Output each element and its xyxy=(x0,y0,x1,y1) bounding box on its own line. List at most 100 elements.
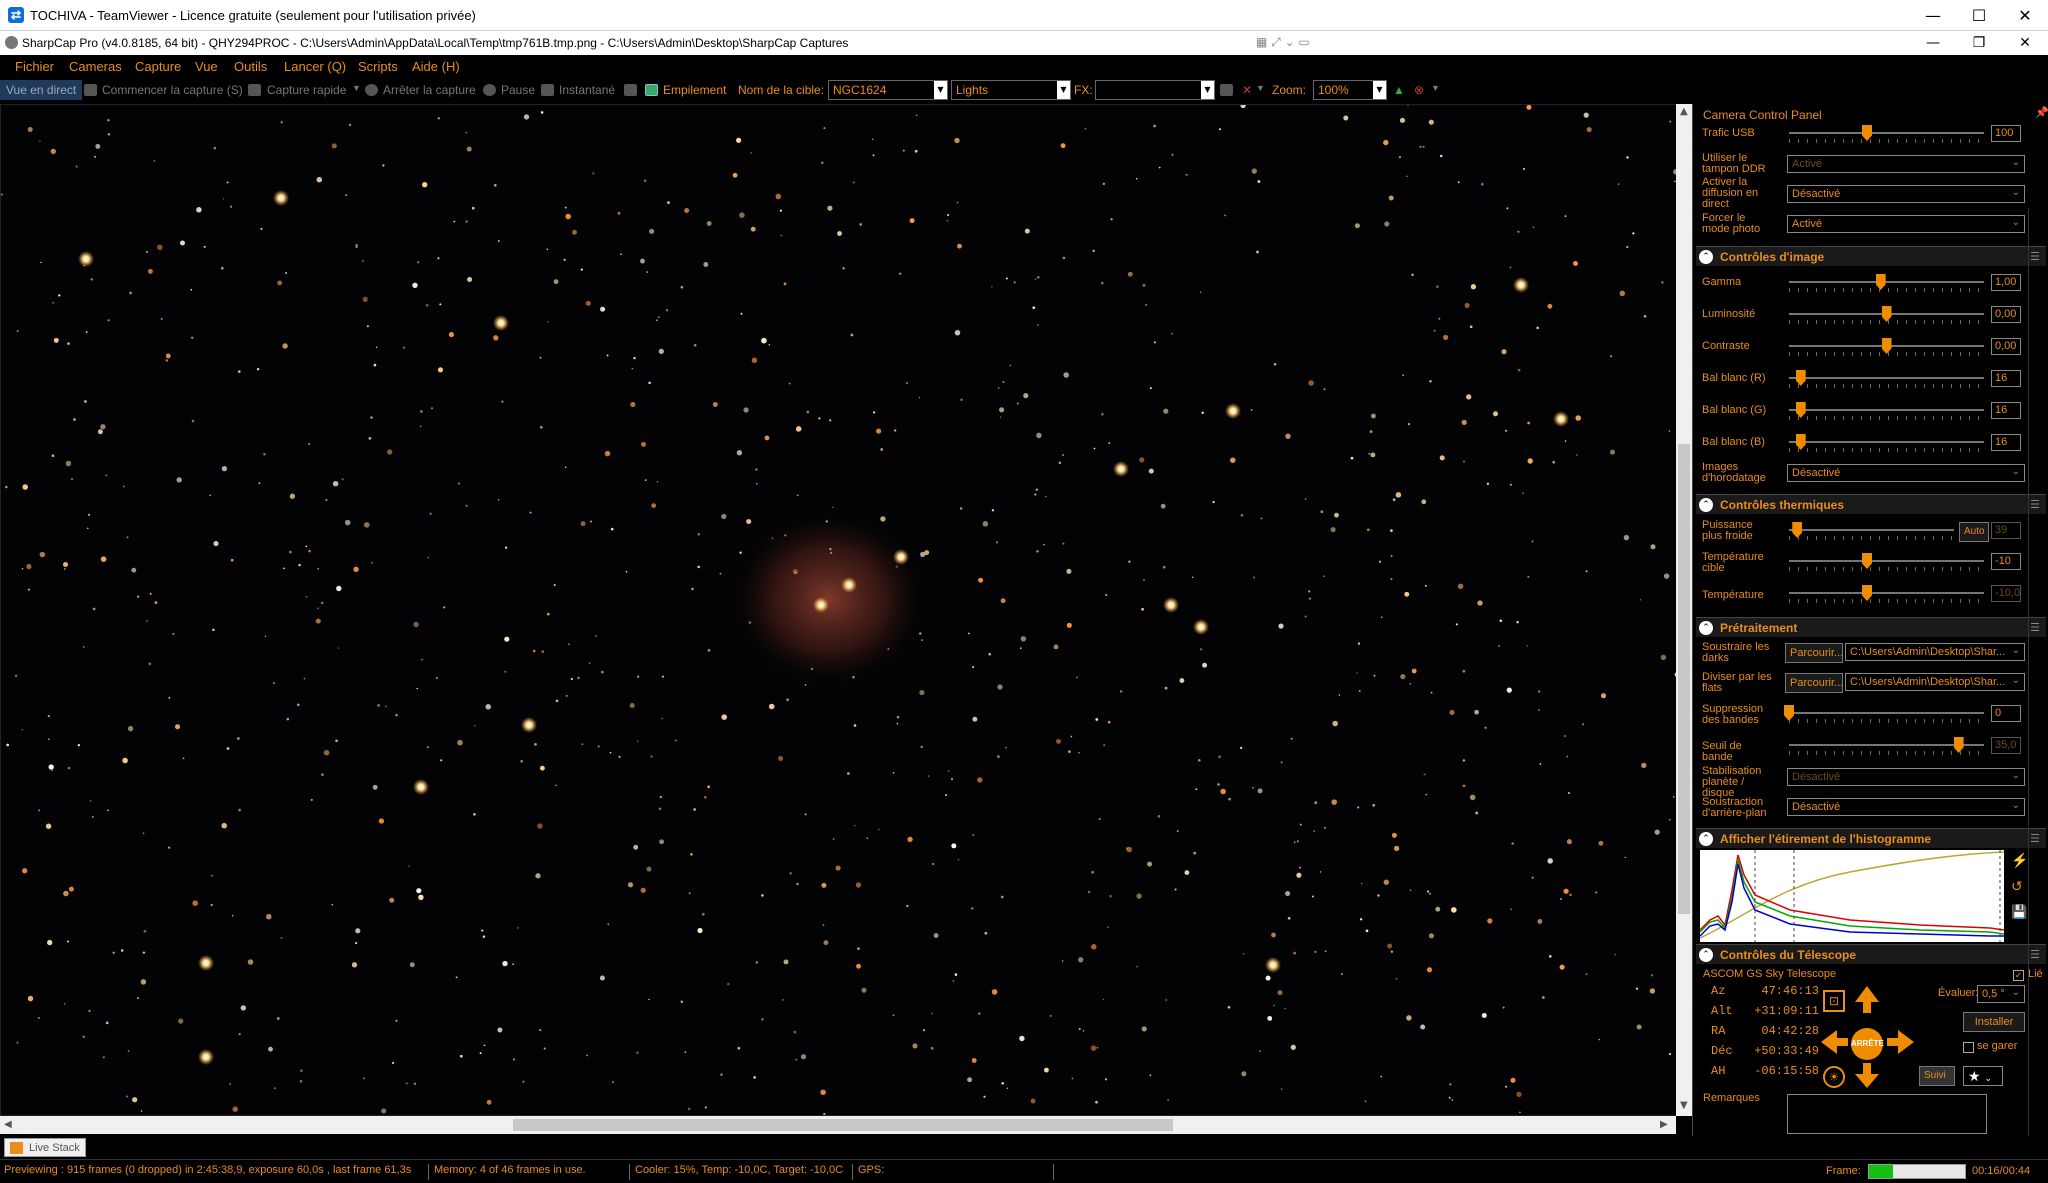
frame-type-combo[interactable]: Lights ▼ xyxy=(951,80,1071,100)
west-arrow-icon[interactable] xyxy=(1821,1030,1837,1054)
display-icon[interactable] xyxy=(624,84,637,96)
menu-capture[interactable]: Capture xyxy=(135,59,181,74)
telescope-header[interactable]: ⌃ Contrôles du Télescope ☰ xyxy=(1696,944,2046,964)
menu-scripts[interactable]: Scripts xyxy=(358,59,398,74)
chevron-down-icon[interactable]: ▼ xyxy=(1256,83,1265,93)
zoom-combo[interactable]: 100% ▼ xyxy=(1313,80,1387,100)
wb-blue-value[interactable]: 16 xyxy=(1991,434,2021,451)
usb-traffic-value[interactable]: 100 xyxy=(1991,125,2021,142)
stop-button[interactable]: ARRÊTE xyxy=(1851,1028,1884,1060)
chevron-down-icon[interactable]: ▼ xyxy=(352,83,361,93)
save-icon[interactable]: 💾 xyxy=(2011,904,2027,920)
darks-path-select[interactable]: C:\Users\Admin\Desktop\Shar... ⌄ xyxy=(1845,643,2025,661)
wb-green-slider[interactable] xyxy=(1789,409,1984,411)
usb-traffic-slider[interactable] xyxy=(1789,132,1984,134)
contrast-value[interactable]: 0,00 xyxy=(1991,338,2021,355)
gamma-slider[interactable] xyxy=(1789,281,1984,283)
crosshair-icon[interactable]: ✕ xyxy=(1242,83,1252,97)
wb-red-slider[interactable] xyxy=(1789,377,1984,379)
menu-vue[interactable]: Vue xyxy=(195,59,218,74)
live-stack-tab[interactable]: Live Stack xyxy=(4,1138,86,1157)
flats-browse-button[interactable]: Parcourir... xyxy=(1785,673,1843,693)
lightning-icon[interactable]: ⚡ xyxy=(2011,852,2028,869)
ddr-buffer-select[interactable]: Activé ⌄ xyxy=(1787,155,2025,173)
target-combo[interactable]: NGC1624 ▼ xyxy=(828,80,948,100)
preprocessing-header[interactable]: ⌃ Prétraitement ☰ xyxy=(1696,617,2046,637)
collapse-icon[interactable]: ⌃ xyxy=(1699,948,1713,962)
collapse-icon[interactable]: ⌃ xyxy=(1699,498,1713,512)
target-icon[interactable]: ⊗ xyxy=(1414,83,1424,97)
pause-button[interactable]: Pause xyxy=(501,83,535,97)
tv-minimize-button[interactable]: — xyxy=(1910,0,1956,31)
stacking-button[interactable]: Empilement xyxy=(663,83,726,97)
rate-select[interactable]: 0,5 ° ⌄ xyxy=(1977,985,2025,1003)
slew-target-icon[interactable]: ⊡ xyxy=(1823,990,1845,1012)
cooler-power-slider[interactable] xyxy=(1789,529,1954,531)
band-threshold-value[interactable]: 35,0 xyxy=(1991,737,2021,754)
sun-icon[interactable]: ☀ xyxy=(1823,1066,1845,1088)
wb-green-value[interactable]: 16 xyxy=(1991,402,2021,419)
reset-icon[interactable]: ↺ xyxy=(2011,878,2023,895)
north-arrow-icon[interactable] xyxy=(1855,986,1879,1002)
wb-red-value[interactable]: 16 xyxy=(1991,370,2021,387)
menu-lancer[interactable]: Lancer (Q) xyxy=(284,59,346,74)
notes-textarea[interactable] xyxy=(1787,1094,1987,1134)
scroll-up-icon[interactable]: ▲ xyxy=(1680,106,1688,117)
start-capture-button[interactable]: Commencer la capture (S) xyxy=(102,83,243,97)
force-photo-select[interactable]: Activé ⌄ xyxy=(1787,215,2025,233)
stop-capture-button[interactable]: Arrêter la capture xyxy=(383,83,476,97)
sc-restore-button[interactable]: ❐ xyxy=(1956,31,2002,55)
histogram-icon[interactable]: ▲ xyxy=(1393,83,1405,97)
snapshot-button[interactable]: Instantané xyxy=(559,83,615,97)
tv-close-button[interactable]: ✕ xyxy=(2002,0,2048,31)
timestamp-select[interactable]: Désactivé ⌄ xyxy=(1787,464,2025,482)
live-stream-select[interactable]: Désactivé ⌄ xyxy=(1787,185,2025,203)
park-checkbox[interactable] xyxy=(1963,1042,1974,1053)
vertical-scroll-thumb[interactable] xyxy=(1678,444,1690,914)
scroll-left-icon[interactable]: ◀ xyxy=(4,1119,12,1130)
banding-value[interactable]: 0 xyxy=(1991,705,2021,722)
target-temp-value[interactable]: -10 xyxy=(1991,553,2021,570)
sc-minimize-button[interactable]: — xyxy=(1910,31,1956,55)
chevron-down-icon[interactable]: ▼ xyxy=(1431,83,1440,93)
fx-combo[interactable]: ▼ xyxy=(1095,80,1215,100)
pin-icon[interactable]: 📌 xyxy=(2035,106,2048,119)
darks-browse-button[interactable]: Parcourir... xyxy=(1785,643,1843,663)
image-viewport[interactable] xyxy=(0,104,1682,1116)
horizontal-scrollbar[interactable]: ◀ ▶ xyxy=(0,1116,1676,1134)
histogram-header[interactable]: ⌃ Afficher l'étirement de l'histogramme … xyxy=(1696,828,2046,848)
tv-maximize-button[interactable]: ☐ xyxy=(1956,0,2002,31)
thermal-controls-header[interactable]: ⌃ Contrôles thermiques ☰ xyxy=(1696,494,2046,514)
track-button[interactable]: Suivi xyxy=(1919,1066,1955,1086)
reticle-icon[interactable] xyxy=(1220,84,1233,96)
collapse-icon[interactable]: ⌃ xyxy=(1699,621,1713,635)
vertical-scrollbar[interactable]: ▲ ▼ xyxy=(1676,104,1692,1116)
histogram-chart[interactable] xyxy=(1700,850,2004,942)
install-button[interactable]: Installer xyxy=(1963,1012,2025,1032)
gamma-value[interactable]: 1,00 xyxy=(1991,274,2021,291)
east-arrow-icon[interactable] xyxy=(1898,1030,1914,1054)
cooler-power-value[interactable]: 39 xyxy=(1991,522,2021,539)
teamviewer-remote-toolbar-icon[interactable]: ▦ ⤢ ⌄ ▭ xyxy=(1256,35,1316,51)
image-controls-header[interactable]: ⌃ Contrôles d'image ☰ xyxy=(1696,246,2046,266)
background-select[interactable]: Désactivé ⌄ xyxy=(1787,798,2025,816)
scroll-right-icon[interactable]: ▶ xyxy=(1660,1119,1668,1130)
menu-aide[interactable]: Aide (H) xyxy=(412,59,460,74)
banding-slider[interactable] xyxy=(1789,712,1984,714)
brightness-value[interactable]: 0,00 xyxy=(1991,306,2021,323)
collapse-icon[interactable]: ⌃ xyxy=(1699,832,1713,846)
horizontal-scroll-thumb[interactable] xyxy=(513,1119,1173,1131)
menu-outils[interactable]: Outils xyxy=(234,59,267,74)
quick-capture-button[interactable]: Capture rapide xyxy=(267,83,346,97)
south-arrow-icon[interactable] xyxy=(1855,1074,1879,1088)
cooler-auto-button[interactable]: Auto xyxy=(1959,522,1989,542)
wb-blue-slider[interactable] xyxy=(1789,441,1984,443)
collapse-icon[interactable]: ⌃ xyxy=(1699,250,1713,264)
stabilization-select[interactable]: Désactivé ⌄ xyxy=(1787,768,2025,786)
scroll-down-icon[interactable]: ▼ xyxy=(1680,1100,1688,1111)
flats-path-select[interactable]: C:\Users\Admin\Desktop\Shar... ⌄ xyxy=(1845,673,2025,691)
live-view-button[interactable]: Vue en direct xyxy=(0,80,83,100)
menu-fichier[interactable]: Fichier xyxy=(15,59,54,74)
panel-scrollbar[interactable] xyxy=(2028,208,2044,1136)
linked-checkbox[interactable]: ✓ xyxy=(2013,970,2024,981)
